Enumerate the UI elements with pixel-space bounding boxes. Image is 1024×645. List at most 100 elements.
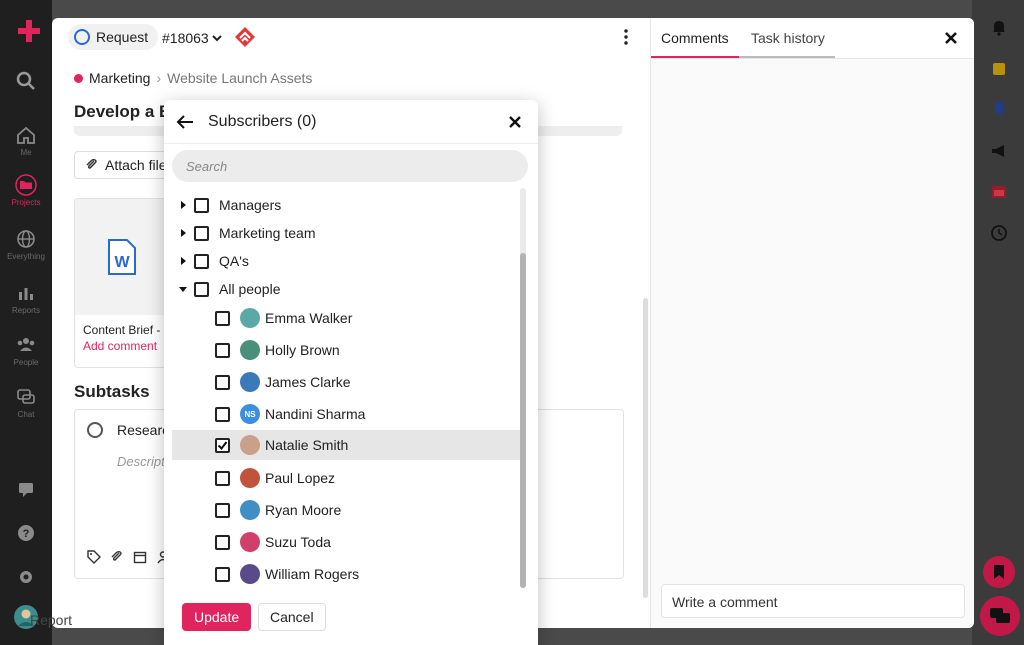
attach-file-button[interactable]: Attach file — [74, 151, 178, 179]
attachment-card[interactable]: W Content Brief - Add comment — [74, 198, 170, 368]
checkbox[interactable] — [194, 225, 209, 241]
comments-panel: Comments Task history Write a comment — [650, 18, 974, 628]
person-name: Holly Brown — [265, 342, 340, 358]
task-type-button[interactable]: Request — [68, 24, 159, 50]
checkbox[interactable] — [194, 197, 209, 213]
person-name: Nandini Sharma — [265, 406, 366, 422]
tab-task-history[interactable]: Task history — [751, 30, 825, 46]
caret-right-icon[interactable] — [178, 256, 188, 266]
checkmark-icon — [217, 440, 228, 450]
search-input[interactable] — [172, 150, 528, 182]
checkbox-checked[interactable] — [215, 437, 230, 453]
checkbox[interactable] — [194, 281, 209, 297]
comment-input[interactable]: Write a comment — [661, 584, 965, 618]
caret-right-icon[interactable] — [178, 228, 188, 238]
note-icon[interactable] — [990, 60, 1008, 78]
megaphone-icon[interactable] — [990, 142, 1008, 160]
breadcrumb-project[interactable]: Marketing — [89, 70, 150, 86]
subtask-toolbar — [87, 550, 170, 564]
sidebar-item-reports[interactable]: Reports — [0, 282, 52, 315]
main-scrollbar[interactable] — [643, 298, 648, 598]
person-name: Paul Lopez — [265, 470, 336, 486]
checkbox[interactable] — [215, 534, 230, 550]
bell-icon[interactable] — [990, 18, 1008, 36]
cancel-button[interactable]: Cancel — [258, 603, 326, 631]
subtask-status-circle[interactable] — [87, 422, 103, 438]
project-logo-icon[interactable] — [234, 26, 256, 48]
back-arrow-icon[interactable] — [176, 114, 194, 130]
sidebar-item-people[interactable]: People — [0, 334, 52, 367]
person-row[interactable]: Ryan Moore — [164, 495, 520, 525]
subscribers-modal: Subscribers (0) Managers Marketing team … — [164, 100, 538, 645]
tab-comments[interactable]: Comments — [661, 30, 729, 46]
group-row[interactable]: Marketing team — [164, 218, 520, 248]
report-link[interactable]: Report — [30, 612, 72, 628]
checkbox[interactable] — [215, 470, 230, 486]
right-sidebar — [972, 0, 1024, 645]
tab-underline — [739, 56, 835, 58]
caret-down-icon[interactable] — [178, 284, 188, 294]
sidebar-item-label: Everything — [7, 252, 45, 261]
person-row[interactable]: Emma Walker — [164, 303, 520, 333]
update-button[interactable]: Update — [182, 603, 252, 631]
bookmark-icon[interactable] — [990, 100, 1008, 118]
list-scrollbar[interactable] — [520, 188, 526, 588]
clock-icon[interactable] — [990, 224, 1008, 242]
sidebar-item-label: Reports — [11, 306, 40, 315]
more-options-icon[interactable] — [620, 28, 632, 46]
task-title[interactable]: Develop a B — [74, 102, 171, 122]
close-icon[interactable] — [508, 115, 522, 129]
calendar-icon[interactable] — [990, 182, 1008, 200]
sidebar-item-everything[interactable]: Everything — [0, 228, 52, 261]
checkbox[interactable] — [194, 253, 209, 269]
person-row[interactable]: Paul Lopez — [164, 463, 520, 493]
chat-button[interactable] — [980, 596, 1020, 636]
calendar-icon[interactable] — [133, 550, 147, 564]
paperclip-icon[interactable] — [110, 550, 124, 564]
scrollbar-thumb[interactable] — [520, 253, 526, 588]
group-row[interactable]: QA's — [164, 246, 520, 276]
group-label: All people — [219, 281, 281, 297]
help-icon[interactable]: ? — [0, 522, 52, 544]
person-row[interactable]: Holly Brown — [164, 335, 520, 365]
left-sidebar: Me Projects Everything Reports People Ch… — [0, 0, 52, 645]
app-logo-icon[interactable] — [16, 18, 42, 44]
person-row[interactable]: James Clarke — [164, 367, 520, 397]
bookmark-icon — [994, 565, 1004, 579]
sidebar-item-me[interactable]: Me — [0, 124, 52, 157]
feedback-icon[interactable] — [0, 478, 52, 500]
close-icon[interactable] — [943, 30, 959, 46]
report-label: Report — [30, 612, 73, 628]
subtasks-heading: Subtasks — [74, 382, 150, 401]
avatar — [240, 532, 260, 552]
checkbox[interactable] — [215, 566, 230, 582]
sidebar-item-label: People — [13, 358, 39, 367]
search-icon[interactable] — [0, 70, 52, 92]
checkbox[interactable] — [215, 310, 230, 326]
settings-icon[interactable] — [0, 566, 52, 588]
task-type-label: Request — [96, 29, 149, 45]
bookmark-button[interactable] — [983, 556, 1015, 588]
person-row[interactable]: NS Nandini Sharma — [164, 399, 520, 429]
avatar — [240, 435, 260, 455]
word-doc-icon: W — [108, 239, 136, 275]
checkbox[interactable] — [215, 406, 230, 422]
avatar-initials: NS — [240, 404, 260, 424]
checkbox[interactable] — [215, 342, 230, 358]
subtask-description[interactable]: Descripti — [117, 454, 168, 469]
person-row[interactable]: William Rogers — [164, 559, 520, 589]
caret-right-icon[interactable] — [178, 200, 188, 210]
checkbox[interactable] — [215, 502, 230, 518]
sidebar-item-projects[interactable]: Projects — [0, 174, 52, 207]
person-row-selected[interactable]: Natalie Smith — [172, 430, 520, 460]
task-number-dropdown[interactable]: #18063 — [162, 30, 222, 46]
sidebar-item-chat[interactable]: Chat — [0, 386, 52, 419]
tag-icon[interactable] — [87, 550, 101, 564]
group-row[interactable]: Managers — [164, 190, 520, 220]
active-tab-indicator — [651, 56, 739, 58]
add-comment-link[interactable]: Add comment — [75, 337, 169, 355]
group-row[interactable]: All people — [164, 274, 520, 304]
person-row[interactable]: Suzu Toda — [164, 527, 520, 557]
checkbox[interactable] — [215, 374, 230, 390]
breadcrumb-folder[interactable]: Website Launch Assets — [167, 70, 312, 86]
